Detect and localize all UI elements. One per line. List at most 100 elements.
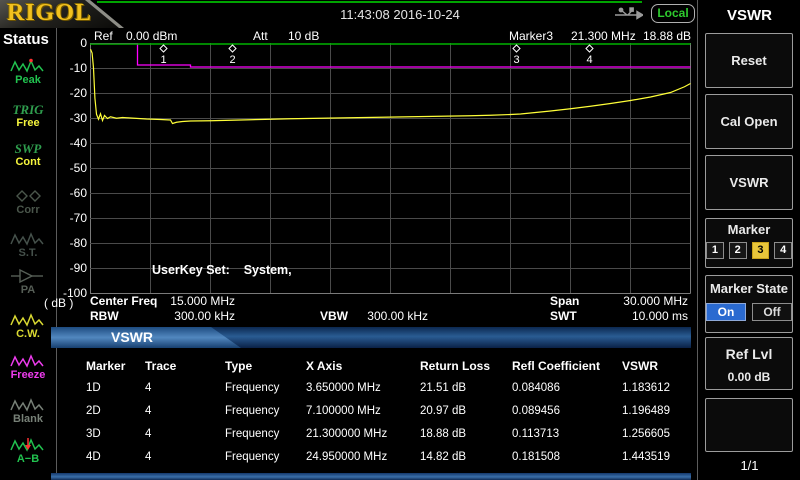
table-cell: 7.100000 MHz bbox=[306, 405, 381, 417]
status-item-label: Free bbox=[0, 118, 56, 129]
rbw-label: RBW bbox=[90, 309, 119, 323]
table-cell: 14.82 dB bbox=[420, 451, 466, 463]
softkey-panel: VSWR Reset Cal Open VSWR Marker 1234 Mar… bbox=[697, 0, 800, 480]
table-cell: 0.089456 bbox=[512, 405, 560, 417]
marker-state-on-button[interactable]: On bbox=[706, 303, 746, 321]
marker-option-2[interactable]: 2 bbox=[729, 242, 747, 259]
table-cell: 3D bbox=[86, 428, 101, 440]
marker-readout-freq: 21.300 MHz bbox=[571, 29, 636, 43]
marker-diamond-2 bbox=[229, 45, 236, 52]
table-cell: 1.256605 bbox=[622, 428, 670, 440]
ab-wave-icon bbox=[0, 437, 56, 454]
ref-lvl-label: Ref Lvl bbox=[706, 346, 792, 362]
table-cell: 4 bbox=[145, 428, 151, 440]
table-header-cell: X Axis bbox=[306, 359, 342, 373]
table-cell: 2D bbox=[86, 405, 101, 417]
status-item-label: Corr bbox=[0, 205, 56, 216]
swt-label: SWT bbox=[550, 309, 577, 323]
marker-state-label: Marker State bbox=[706, 281, 792, 296]
table-cell: Frequency bbox=[225, 428, 279, 440]
ref-value: 0.00 dBm bbox=[126, 29, 177, 43]
peak-wave-icon bbox=[0, 58, 56, 75]
table-cell: 21.51 dB bbox=[420, 382, 466, 394]
instrument-screen: RIGOL 11:43:08 2016-10-24 Local Status P… bbox=[0, 0, 800, 480]
cal-open-button[interactable]: Cal Open bbox=[705, 94, 793, 149]
table-cell: 0.181508 bbox=[512, 451, 560, 463]
table-cell: 24.950000 MHz bbox=[306, 451, 387, 463]
status-item-peak: Peak bbox=[0, 58, 56, 86]
status-item-label: Peak bbox=[0, 75, 56, 86]
top-bar: RIGOL 11:43:08 2016-10-24 Local bbox=[0, 0, 697, 28]
status-item-trigger: TRIGFree bbox=[0, 101, 56, 129]
marker-select-label: Marker bbox=[706, 222, 792, 237]
y-tick-label: -60 bbox=[55, 186, 87, 200]
swt-value: 10.000 ms bbox=[598, 309, 688, 323]
table-header-cell: VSWR bbox=[622, 359, 658, 373]
marker-select-button[interactable]: Marker 1234 bbox=[705, 218, 793, 268]
y-tick-label: -90 bbox=[55, 261, 87, 275]
status-item-pa: PA bbox=[0, 268, 56, 296]
y-tick-label: -10 bbox=[55, 61, 87, 75]
ref-lvl-button[interactable]: Ref Lvl 0.00 dB bbox=[705, 337, 793, 390]
status-item-label: Freeze bbox=[0, 370, 56, 381]
table-cell: 4 bbox=[145, 405, 151, 417]
center-freq-value: 15.000 MHz bbox=[150, 294, 235, 308]
marker-state-off-button[interactable]: Off bbox=[752, 303, 792, 321]
table-header-cell: Return Loss bbox=[420, 359, 490, 373]
y-axis-unit: ( dB ) bbox=[44, 296, 73, 310]
marker-state-button[interactable]: Marker State On Off bbox=[705, 275, 793, 333]
table-cell: Frequency bbox=[225, 382, 279, 394]
page-indicator: 1/1 bbox=[698, 458, 800, 473]
ref-lvl-value: 0.00 dB bbox=[706, 370, 792, 384]
marker-option-4[interactable]: 4 bbox=[774, 242, 792, 259]
st-wave-icon bbox=[0, 231, 56, 248]
rigol-logo: RIGOL bbox=[7, 0, 92, 27]
local-remote-badge: Local bbox=[651, 4, 695, 23]
table-cell: 18.88 dB bbox=[420, 428, 466, 440]
status-item-a-b: A−B bbox=[0, 437, 56, 465]
corr-wave-icon bbox=[0, 188, 56, 205]
marker-number-3: 3 bbox=[513, 54, 519, 66]
table-cell: 1.196489 bbox=[622, 405, 670, 417]
marker-diamond-1 bbox=[160, 45, 167, 52]
usb-icon bbox=[613, 7, 643, 27]
att-label: Att bbox=[253, 29, 268, 43]
freeze-wave-icon bbox=[0, 353, 56, 370]
vswr-button[interactable]: VSWR bbox=[705, 155, 793, 210]
bottom-accent-strip bbox=[51, 473, 691, 480]
status-item-label: Blank bbox=[0, 414, 56, 425]
y-tick-label: -40 bbox=[55, 136, 87, 150]
blank-softkey[interactable] bbox=[705, 398, 793, 452]
table-header-cell: Type bbox=[225, 359, 252, 373]
status-item-cw: C.W. bbox=[0, 312, 56, 340]
rbw-value: 300.00 kHz bbox=[150, 309, 235, 323]
datetime-label: 11:43:08 2016-10-24 bbox=[290, 7, 510, 22]
status-item-corr: Corr bbox=[0, 188, 56, 216]
trig-text-icon: TRIG bbox=[0, 101, 56, 118]
span-value: 30.000 MHz bbox=[598, 294, 688, 308]
status-item-sweep: SWPCont bbox=[0, 140, 56, 168]
table-cell: 4 bbox=[145, 382, 151, 394]
table-cell: 1.443519 bbox=[622, 451, 670, 463]
status-title: Status bbox=[3, 31, 49, 48]
table-cell: 21.300000 MHz bbox=[306, 428, 387, 440]
vswr-button-label: VSWR bbox=[730, 175, 769, 190]
status-item-blank: Blank bbox=[0, 397, 56, 425]
cal-open-button-label: Cal Open bbox=[720, 114, 777, 129]
span-label: Span bbox=[550, 294, 579, 308]
y-tick-label: -80 bbox=[55, 236, 87, 250]
y-tick-label: -50 bbox=[55, 161, 87, 175]
cw-wave-icon bbox=[0, 312, 56, 329]
table-cell: Frequency bbox=[225, 405, 279, 417]
marker-option-3[interactable]: 3 bbox=[752, 242, 770, 259]
marker-diamond-4 bbox=[586, 45, 593, 52]
marker-diamond-3 bbox=[513, 45, 520, 52]
marker-option-1[interactable]: 1 bbox=[706, 242, 724, 259]
userkey-message: UserKey Set: System, bbox=[152, 263, 292, 277]
reset-button[interactable]: Reset bbox=[705, 33, 793, 88]
y-tick-label: -20 bbox=[55, 86, 87, 100]
vswr-table-title: VSWR bbox=[51, 329, 213, 345]
status-item-st: S.T. bbox=[0, 231, 56, 259]
table-header-cell: Refl Coefficient bbox=[512, 359, 600, 373]
ref-label: Ref bbox=[94, 29, 113, 43]
